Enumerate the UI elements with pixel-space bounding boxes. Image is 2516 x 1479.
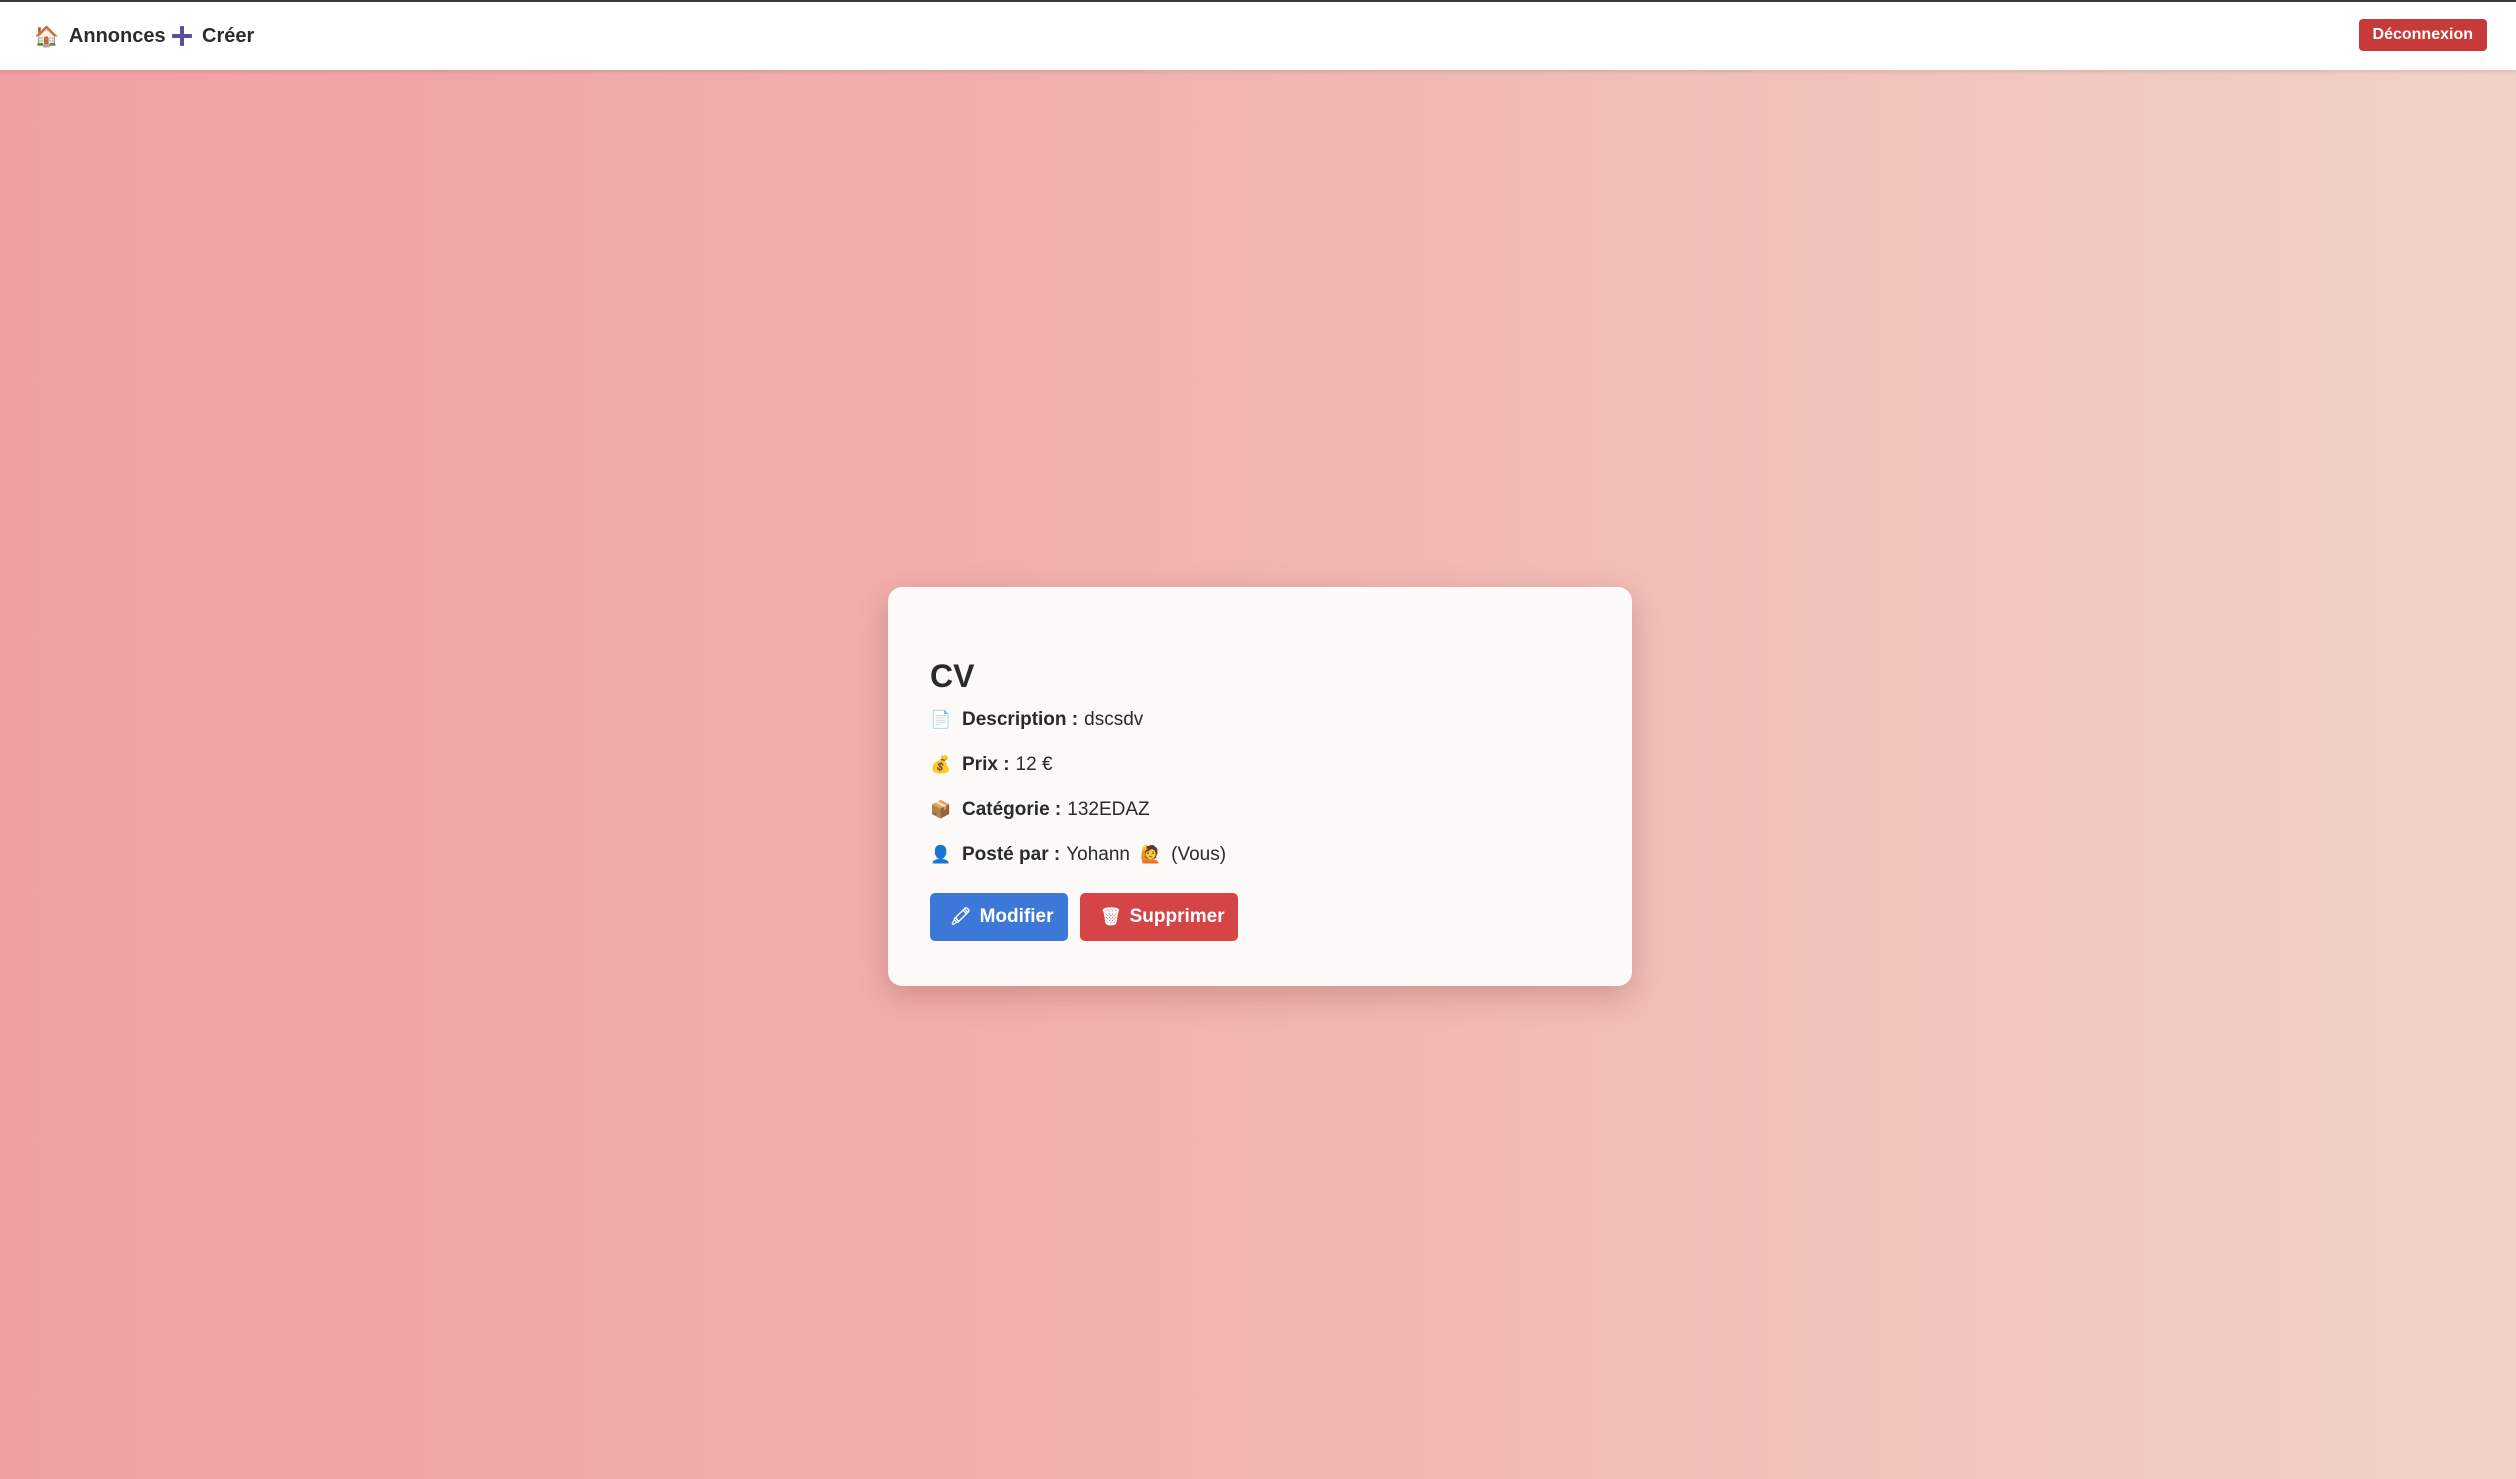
price-value: 12 € xyxy=(1015,754,1053,775)
posted-by-label: Posté par : xyxy=(962,844,1061,865)
edit-button-label: Modifier xyxy=(979,906,1054,927)
document-icon: 📄 xyxy=(930,710,952,729)
delete-button[interactable]: 🗑 Supprimer xyxy=(1080,893,1238,941)
nav-link-annonces-label: Annonces xyxy=(68,24,166,47)
person-raising-hand-icon: 🙋 xyxy=(1139,845,1162,864)
description-label: Description : xyxy=(962,709,1079,730)
delete-button-label: Supprimer xyxy=(1129,906,1225,927)
price-label: Prix : xyxy=(962,754,1010,775)
price-row: 💰 Prix : 12 € xyxy=(930,750,1632,780)
plus-icon xyxy=(172,26,192,46)
category-label: Catégorie : xyxy=(962,799,1062,820)
top-navbar: 🏠 Annonces Créer Déconnexion xyxy=(0,2,2516,70)
description-value: dscsdv xyxy=(1084,709,1144,730)
posted-by-value: Yohann xyxy=(1066,844,1130,865)
listing-details: 📄 Description : dscsdv 💰 Prix : 12 € 📦 C… xyxy=(930,705,1632,870)
nav-link-creer-label: Créer xyxy=(202,24,255,47)
edit-button[interactable]: 🖍 Modifier xyxy=(930,893,1068,941)
category-row: 📦 Catégorie : 132EDAZ xyxy=(930,795,1632,825)
posted-by-row: 👤 Posté par : Yohann 🙋 (Vous) xyxy=(930,840,1632,870)
pencil-icon: 🖍 xyxy=(950,907,972,926)
trash-icon: 🗑 xyxy=(1100,907,1122,926)
listing-title: CV xyxy=(930,658,975,694)
listing-card: CV 📄 Description : dscsdv 💰 Prix : 12 € … xyxy=(888,587,1632,986)
money-bag-icon: 💰 xyxy=(930,755,952,774)
listing-actions: 🖍 Modifier 🗑 Supprimer xyxy=(930,893,1632,941)
nav-link-annonces[interactable]: 🏠 Annonces xyxy=(34,2,166,70)
nav-link-creer[interactable]: Créer xyxy=(172,2,254,70)
posted-by-suffix: (Vous) xyxy=(1171,844,1227,865)
user-icon: 👤 xyxy=(930,845,952,864)
description-row: 📄 Description : dscsdv xyxy=(930,705,1632,735)
category-value: 132EDAZ xyxy=(1067,799,1150,820)
package-icon: 📦 xyxy=(930,800,952,819)
logout-button[interactable]: Déconnexion xyxy=(2358,19,2487,51)
house-icon: 🏠 xyxy=(34,25,59,48)
